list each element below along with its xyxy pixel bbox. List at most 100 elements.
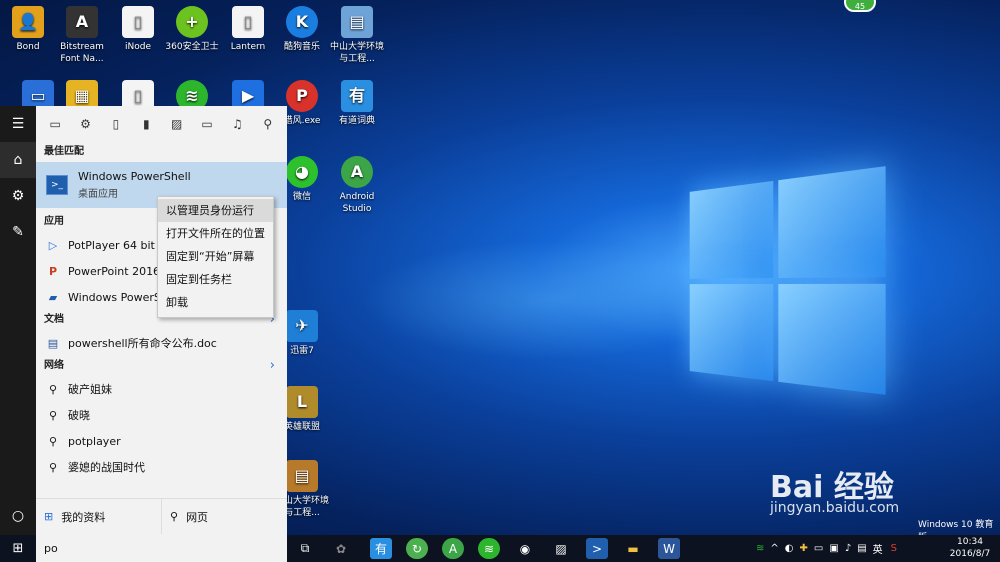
file-icon: ▯ xyxy=(232,6,264,38)
clock-date: 2016/8/7 xyxy=(944,548,996,560)
action-center-icon[interactable]: ▤ xyxy=(857,543,866,554)
chevron-up-icon[interactable]: ^ xyxy=(770,543,778,554)
file-icon: ▯ xyxy=(122,6,154,38)
photo-icon[interactable]: ▨ xyxy=(167,117,187,131)
folder-user-icon: 👤 xyxy=(12,6,44,38)
web-item-2[interactable]: ⚲ 破晓 xyxy=(36,402,287,428)
menu-item-pin-to-taskbar[interactable]: 固定到任务栏 xyxy=(158,268,273,291)
app-icon[interactable]: ✿ xyxy=(330,538,352,559)
home-icon[interactable]: ⌂ xyxy=(0,142,36,178)
clock-time: 10:34 xyxy=(944,536,996,548)
chevron-right-icon[interactable]: › xyxy=(270,356,275,376)
bitstream-icon: A xyxy=(66,6,98,38)
menu-item-run-as-admin[interactable]: 以管理员身份运行 xyxy=(158,199,273,222)
music-disc-icon[interactable]: ◉ xyxy=(514,538,536,559)
desktop-icon-youdao[interactable]: 有 有道词典 xyxy=(329,80,385,127)
baidu-watermark-url: jingyan.baidu.com xyxy=(770,500,899,516)
youdao-dict-icon: 有 xyxy=(341,80,373,112)
settings-icon[interactable]: ⚙ xyxy=(76,117,96,131)
gear-icon[interactable]: ⚙ xyxy=(0,178,36,214)
ime-indicator[interactable]: 英 xyxy=(873,541,883,556)
league-of-legends-icon: L xyxy=(286,386,318,418)
desktop-icon-bond[interactable]: 👤 Bond xyxy=(0,6,56,53)
music-icon[interactable]: ♫ xyxy=(227,117,247,131)
search-icon: ⚲ xyxy=(46,409,60,422)
word-icon[interactable]: W xyxy=(658,538,680,559)
desktop-light-beam xyxy=(360,240,740,360)
my-stuff-button[interactable]: ⊞ 我的资料 xyxy=(36,499,161,534)
play-icon: ▷ xyxy=(46,239,60,252)
xunlei-bird-icon: ✈ xyxy=(286,310,318,342)
start-button[interactable]: ⊞ xyxy=(0,535,36,562)
360-security-icon: + xyxy=(176,6,208,38)
search-icon[interactable]: ⚲ xyxy=(258,117,278,131)
best-match-title: Windows PowerShell xyxy=(78,170,191,183)
youdao-dict-icon[interactable]: 有 xyxy=(370,538,392,559)
menu-item-uninstall[interactable]: 卸载 xyxy=(158,291,273,314)
volume-icon[interactable]: ♪ xyxy=(845,543,851,554)
wechat-icon: ◕ xyxy=(286,156,318,188)
wifi-app-icon[interactable]: ≋ xyxy=(478,538,500,559)
power-icon[interactable]: ○ xyxy=(0,498,36,534)
taskbar-clock[interactable]: 10:34 2016/8/7 xyxy=(944,536,996,560)
desktop-icon-lantern[interactable]: ▯ Lantern xyxy=(220,6,276,53)
file-explorer-icon[interactable]: ▬ xyxy=(622,538,644,559)
web-search-button[interactable]: ⚲ 网页 xyxy=(161,499,287,534)
archive-icon: ▤ xyxy=(286,460,318,492)
web-item-4[interactable]: ⚲ 婆媳的战国时代 xyxy=(36,454,287,480)
hamburger-icon[interactable]: ☰ xyxy=(0,106,36,142)
windows-logo-wallpaper xyxy=(690,165,897,406)
menu-item-open-file-location[interactable]: 打开文件所在的位置 xyxy=(158,222,273,245)
sogou-icon[interactable]: S xyxy=(891,543,897,554)
desktop-icon-360[interactable]: + 360安全卫士 xyxy=(164,6,220,53)
desktop-icon-kugou[interactable]: K 酷狗音乐 xyxy=(274,6,330,53)
tray-app-icon[interactable]: ◐ xyxy=(785,543,794,554)
powershell-icon: ▰ xyxy=(46,291,60,304)
document-icon[interactable]: ▯ xyxy=(106,117,126,131)
web-header[interactable]: 网络 › xyxy=(36,356,287,376)
menu-item-pin-to-start[interactable]: 固定到“开始”屏幕 xyxy=(158,245,273,268)
taskbar-search-input[interactable]: po xyxy=(36,535,287,562)
tablet-icon[interactable]: ▮ xyxy=(136,117,156,131)
web-item-1[interactable]: ⚲ 破产姐妹 xyxy=(36,376,287,402)
best-match-header: 最佳匹配 xyxy=(36,142,287,162)
battery-icon[interactable]: ▭ xyxy=(814,543,823,554)
search-icon: ⚲ xyxy=(46,461,60,474)
start-rail: ☰ ⌂ ⚙ ✎ ○ xyxy=(0,106,36,536)
taskbar: ⊞ po ⧉ ✿ 有 ↻ A ≋ ◉ ▨ > ▬ W ≋ ^ ◐ ✚ ▭ ▣ ♪… xyxy=(0,535,1000,562)
apps-icon[interactable]: ▭ xyxy=(45,117,65,131)
feedback-icon[interactable]: ✎ xyxy=(0,214,36,250)
photos-icon[interactable]: ▨ xyxy=(550,538,572,559)
kugou-music-icon: K xyxy=(286,6,318,38)
desktop-icon-bitstream[interactable]: A Bitstream Font Na... xyxy=(54,6,110,65)
powerpoint-icon: P xyxy=(46,265,60,278)
system-tray: ≋ ^ ◐ ✚ ▭ ▣ ♪ ▤ 英 S xyxy=(756,535,897,562)
p-app-icon: P xyxy=(286,80,318,112)
network-icon[interactable]: ▣ xyxy=(829,543,838,554)
windows-icon: ⊞ xyxy=(44,510,53,523)
task-view-icon[interactable]: ⧉ xyxy=(294,538,316,559)
word-doc-icon: ▤ xyxy=(46,337,60,350)
video-icon[interactable]: ▭ xyxy=(197,117,217,131)
search-bottom-bar: ⊞ 我的资料 ⚲ 网页 xyxy=(36,498,287,534)
desktop-icon-sysu-1[interactable]: ▤ 中山大学环境与工程... xyxy=(329,6,385,65)
powershell-icon: >_ xyxy=(46,175,68,195)
360-icon[interactable]: ↻ xyxy=(406,538,428,559)
search-icon: ⚲ xyxy=(46,383,60,396)
wifi-tray-icon[interactable]: ≋ xyxy=(756,543,764,554)
powershell-icon[interactable]: > xyxy=(586,538,608,559)
doc-item[interactable]: ▤ powershell所有命令公布.doc xyxy=(36,330,287,356)
desktop-icon-android-studio[interactable]: A Android Studio xyxy=(329,156,385,215)
desktop-icon-inode[interactable]: ▯ iNode xyxy=(110,6,166,53)
search-icon: ⚲ xyxy=(46,435,60,448)
search-icon: ⚲ xyxy=(170,510,178,523)
archive-icon: ▤ xyxy=(341,6,373,38)
context-menu: 以管理员身份运行 打开文件所在的位置 固定到“开始”屏幕 固定到任务栏 卸载 xyxy=(157,196,274,318)
android-studio-icon: A xyxy=(341,156,373,188)
360-tray-icon[interactable]: ✚ xyxy=(800,543,808,554)
notification-badge: 45 xyxy=(844,0,876,12)
web-item-3[interactable]: ⚲ potplayer xyxy=(36,428,287,454)
search-filter-bar: ▭ ⚙ ▯ ▮ ▨ ▭ ♫ ⚲ xyxy=(36,106,287,142)
search-results-panel: ▭ ⚙ ▯ ▮ ▨ ▭ ♫ ⚲ 最佳匹配 >_ Windows PowerShe… xyxy=(36,106,287,536)
android-studio-icon[interactable]: A xyxy=(442,538,464,559)
